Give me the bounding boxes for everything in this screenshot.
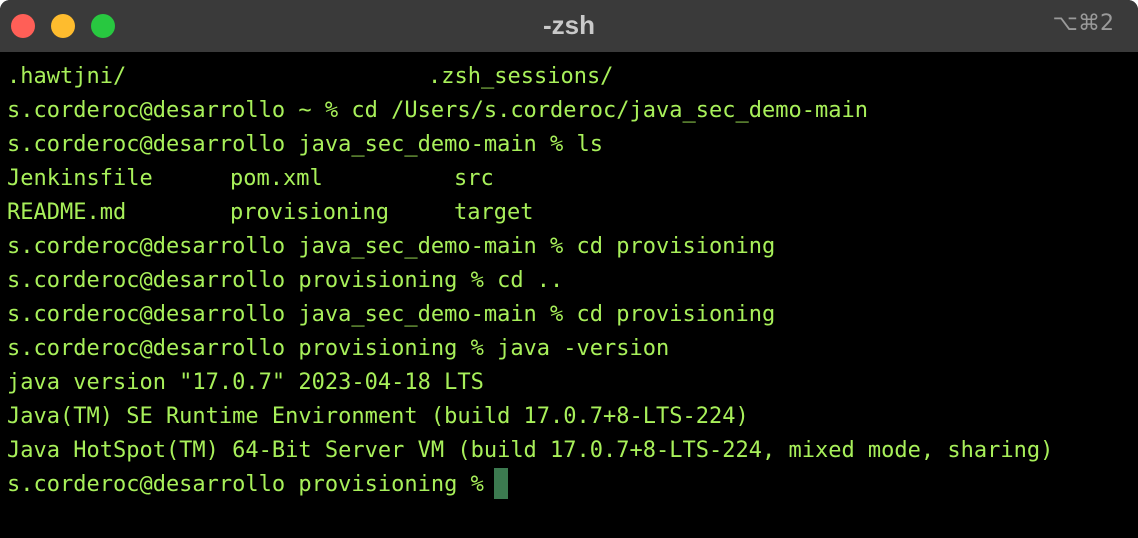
title-bar: -zsh ⌥⌘2 xyxy=(0,0,1138,53)
terminal-line: Java HotSpot(TM) 64-Bit Server VM (build… xyxy=(7,438,1054,463)
directory-entry: .zsh_sessions/ xyxy=(428,64,614,89)
file-entry: Jenkinsfile xyxy=(7,166,153,191)
window-title: -zsh xyxy=(543,10,595,40)
terminal-line: s.corderoc@desarrollo java_sec_demo-main… xyxy=(7,132,604,157)
terminal-line: java version "17.0.7" 2023-04-18 LTS xyxy=(7,370,484,395)
terminal-window: -zsh ⌥⌘2 .hawtjni/ .zsh_sessions/ s.corde… xyxy=(0,0,1138,538)
directory-entry: src xyxy=(454,166,494,191)
prompt-line[interactable]: s.corderoc@desarrollo provisioning % xyxy=(7,467,1138,502)
terminal-line: s.corderoc@desarrollo provisioning % jav… xyxy=(7,336,670,361)
terminal-line: s.corderoc@desarrollo provisioning % cd … xyxy=(7,268,564,293)
directory-entry: target xyxy=(454,200,534,225)
text-cursor xyxy=(493,467,508,499)
terminal-line: s.corderoc@desarrollo java_sec_demo-main… xyxy=(7,234,776,259)
directory-entry: .hawtjni/ xyxy=(7,64,127,89)
ls-output-row: Jenkinsfile pom.xml src xyxy=(7,162,1138,196)
terminal-line: Java(TM) SE Runtime Environment (build 1… xyxy=(7,404,749,429)
directory-entry: provisioning xyxy=(230,200,389,225)
file-entry: pom.xml xyxy=(230,166,323,191)
tab-shortcut-label: ⌥⌘2 xyxy=(1052,11,1114,36)
shell-prompt: s.corderoc@desarrollo provisioning % xyxy=(7,472,484,497)
ls-output-row: README.md provisioning target xyxy=(7,196,1138,230)
terminal-output[interactable]: .hawtjni/ .zsh_sessions/ s.corderoc@desar… xyxy=(7,60,1138,538)
terminal-line: s.corderoc@desarrollo ~ % cd /Users/s.co… xyxy=(7,98,868,123)
terminal-line: s.corderoc@desarrollo java_sec_demo-main… xyxy=(7,302,776,327)
terminal-line: .hawtjni/ .zsh_sessions/ xyxy=(7,60,1138,94)
file-entry: README.md xyxy=(7,200,127,225)
